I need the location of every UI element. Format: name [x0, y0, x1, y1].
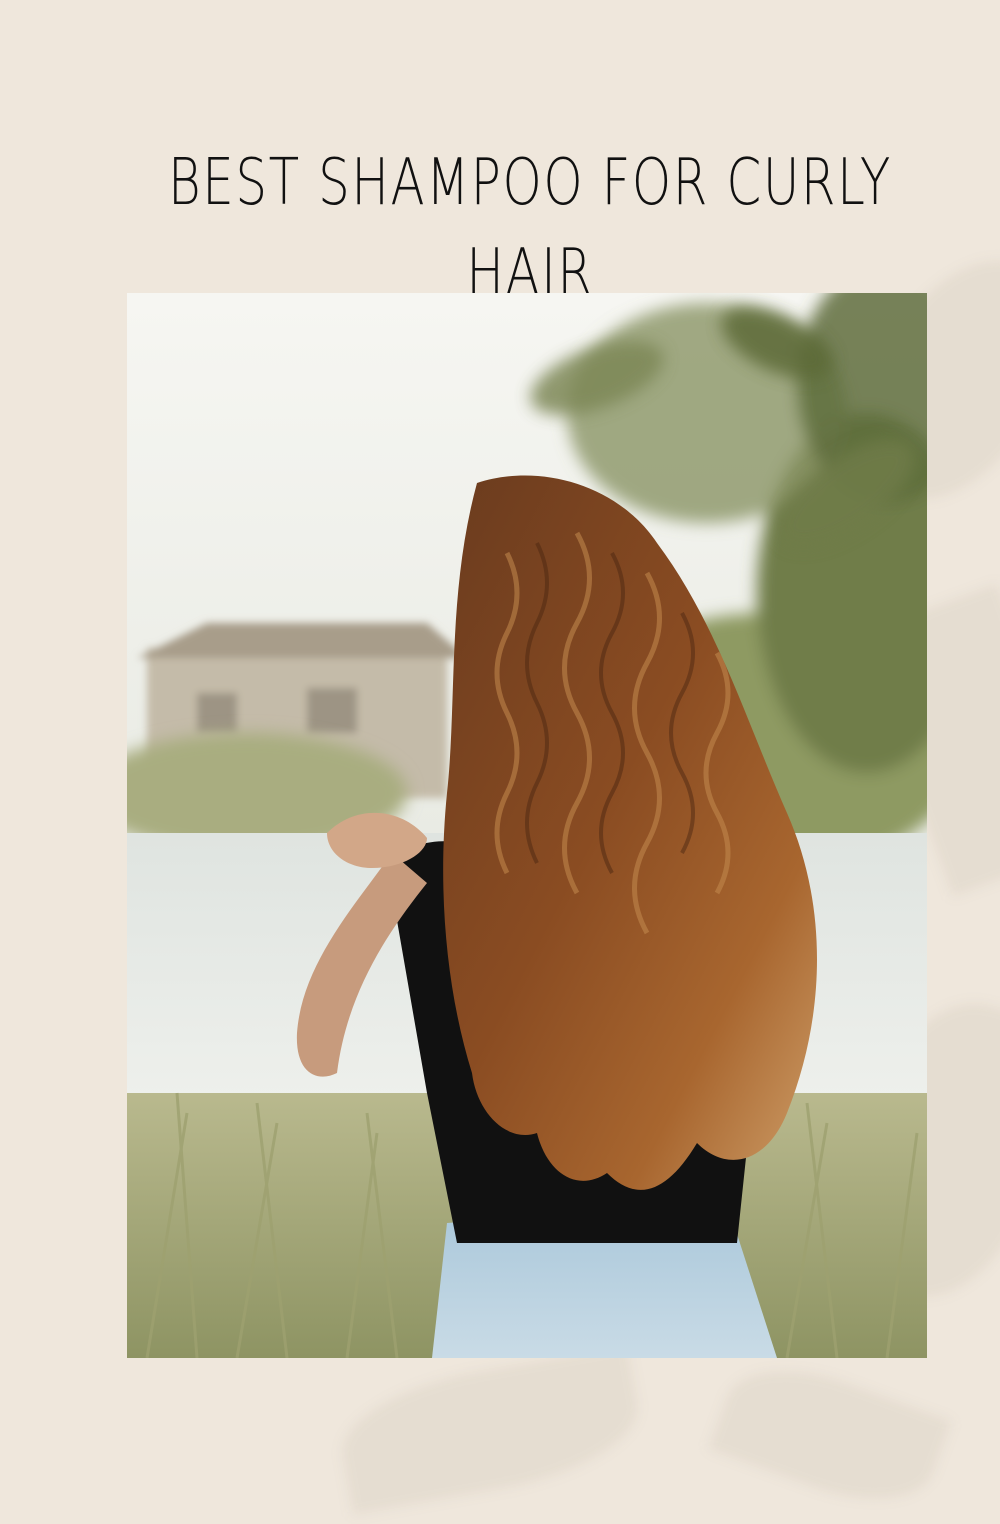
leaf-shadow-decoration	[707, 1345, 953, 1524]
leaf-shadow-decoration	[331, 1344, 649, 1516]
curly-hair-photo	[127, 293, 927, 1358]
page-title: BEST SHAMPOO FOR CURLY HAIR	[168, 145, 892, 310]
